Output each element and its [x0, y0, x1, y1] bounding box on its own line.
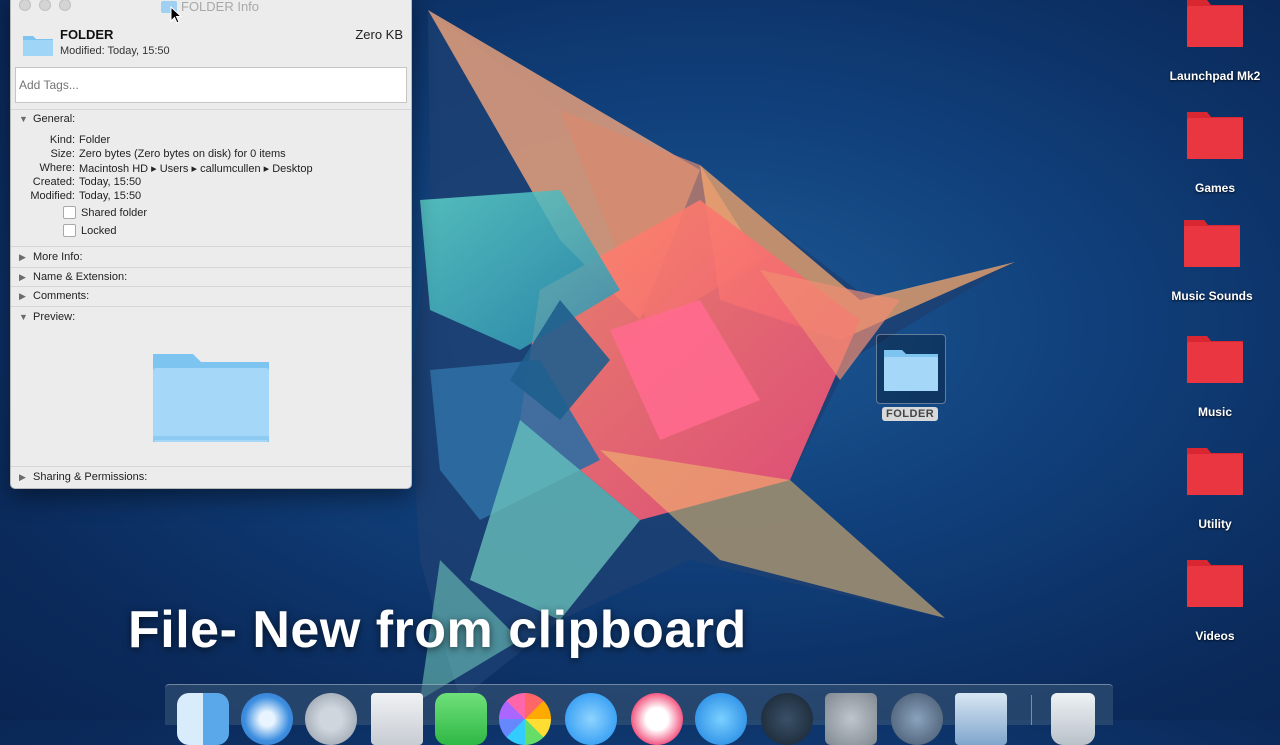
desktop-folder-selected[interactable] [876, 334, 946, 404]
preview-folder-icon [153, 354, 269, 442]
disclosure-collapsed-icon: ▶ [19, 271, 26, 282]
itunes-icon[interactable] [631, 693, 683, 745]
desktop-item-games[interactable]: Games [1155, 112, 1275, 195]
modified-key: Modified: [30, 190, 75, 202]
section-sharing-toggle[interactable]: ▶ Sharing & Permissions: [19, 471, 147, 483]
section-comments-label: Comments: [33, 290, 90, 302]
kind-value: Folder [79, 134, 111, 146]
desktop-item-videos[interactable]: Videos [1155, 560, 1275, 643]
divider [11, 286, 411, 287]
divider [11, 466, 411, 467]
section-more-info-label: More Info: [33, 251, 83, 263]
size-value: Zero bytes (Zero bytes on disk) for 0 it… [79, 148, 286, 160]
mail-icon[interactable] [371, 693, 423, 745]
desktop-item-label: Music Sounds [1171, 289, 1253, 303]
header-modified-date: Modified: Today, 15:50 [60, 45, 170, 57]
zoom-window-button[interactable] [59, 0, 71, 11]
section-comments-toggle[interactable]: ▶ Comments: [19, 290, 89, 302]
divider [11, 109, 411, 110]
disclosure-collapsed-icon: ▶ [19, 471, 26, 482]
section-preview-toggle[interactable]: ▼ Preview: [19, 311, 75, 323]
window-titlebar[interactable]: FOLDER Info [11, 0, 411, 15]
divider [11, 246, 411, 247]
messages-icon[interactable] [565, 693, 617, 745]
system-preferences-icon[interactable] [825, 693, 877, 745]
dock [165, 684, 1113, 745]
folder-icon [884, 350, 938, 391]
mouse-cursor-icon [170, 6, 182, 24]
shared-folder-label: Shared folder [81, 206, 148, 219]
desktop-folder-label[interactable]: FOLDER [882, 407, 939, 421]
section-general-label: General: [33, 113, 76, 125]
trash-icon[interactable] [1051, 693, 1095, 745]
created-value: Today, 15:50 [79, 176, 142, 188]
section-name-extension-toggle[interactable]: ▶ Name & Extension: [19, 271, 127, 283]
section-name-extension-label: Name & Extension: [33, 271, 128, 283]
red-folder-icon [1187, 448, 1243, 495]
desktop-item-label: Games [1194, 181, 1236, 195]
red-folder-icon [1187, 0, 1243, 47]
desktop-item-label: Music [1197, 405, 1232, 419]
created-key: Created: [32, 176, 75, 188]
safari-icon[interactable] [241, 693, 293, 745]
close-window-button[interactable] [19, 0, 31, 11]
locked-label: Locked [81, 224, 117, 237]
photos-icon[interactable] [499, 693, 551, 745]
desktop-item-label: Utility [1198, 517, 1232, 531]
desktop-item-music[interactable]: Music [1155, 336, 1275, 419]
desktop-item-launchpad-mk2[interactable]: Launchpad Mk2 [1155, 0, 1275, 83]
red-folder-icon [1187, 336, 1243, 383]
disclosure-collapsed-icon: ▶ [19, 290, 26, 301]
minimize-window-button[interactable] [39, 0, 51, 11]
locked-checkbox[interactable] [63, 224, 76, 237]
header-size: Zero KB [355, 27, 403, 42]
dock-separator [1031, 695, 1032, 725]
section-sharing-label: Sharing & Permissions: [33, 471, 148, 483]
divider [11, 267, 411, 268]
divider [11, 306, 411, 307]
folder-icon [23, 36, 53, 56]
desktop-item-utility[interactable]: Utility [1155, 448, 1275, 531]
disclosure-collapsed-icon: ▶ [19, 251, 26, 262]
red-folder-icon [1184, 220, 1240, 267]
shared-folder-row[interactable]: Shared folder [63, 206, 147, 219]
desktop-item-label: Videos [1195, 629, 1235, 643]
app-store-icon[interactable] [695, 693, 747, 745]
launchpad-icon[interactable] [305, 693, 357, 745]
disclosure-expanded-icon: ▼ [19, 312, 28, 322]
disclosure-expanded-icon: ▼ [19, 114, 28, 124]
file-name[interactable]: FOLDER [60, 27, 113, 42]
red-folder-icon [1187, 560, 1243, 607]
red-folder-icon [1187, 112, 1243, 159]
size-key: Size: [50, 148, 75, 160]
section-general-toggle[interactable]: ▼ General: [19, 113, 75, 125]
section-more-info-toggle[interactable]: ▶ More Info: [19, 251, 83, 263]
section-preview-label: Preview: [33, 311, 76, 323]
where-value: Macintosh HD ▸ Users ▸ callumcullen ▸ De… [79, 163, 313, 175]
desktop-item-label: Launchpad Mk2 [1169, 69, 1261, 83]
video-caption: File- New from clipboard [128, 601, 747, 659]
preview-icon[interactable] [955, 693, 1007, 745]
quicktime-icon[interactable] [891, 693, 943, 745]
desktop-item-music-sounds[interactable]: Music Sounds [1152, 220, 1272, 303]
finder-icon[interactable] [177, 693, 229, 745]
tags-input[interactable] [15, 67, 407, 103]
window-title-text: FOLDER Info [181, 0, 260, 14]
steam-icon[interactable] [761, 693, 813, 745]
locked-row[interactable]: Locked [63, 224, 116, 237]
kind-key: Kind: [49, 134, 75, 146]
facetime-icon[interactable] [435, 693, 487, 745]
modified-value: Today, 15:50 [79, 190, 142, 202]
where-key: Where: [39, 162, 75, 174]
get-info-window: FOLDER Info FOLDER Modified: Today, 15:5… [10, 0, 412, 489]
shared-folder-checkbox[interactable] [63, 206, 76, 219]
